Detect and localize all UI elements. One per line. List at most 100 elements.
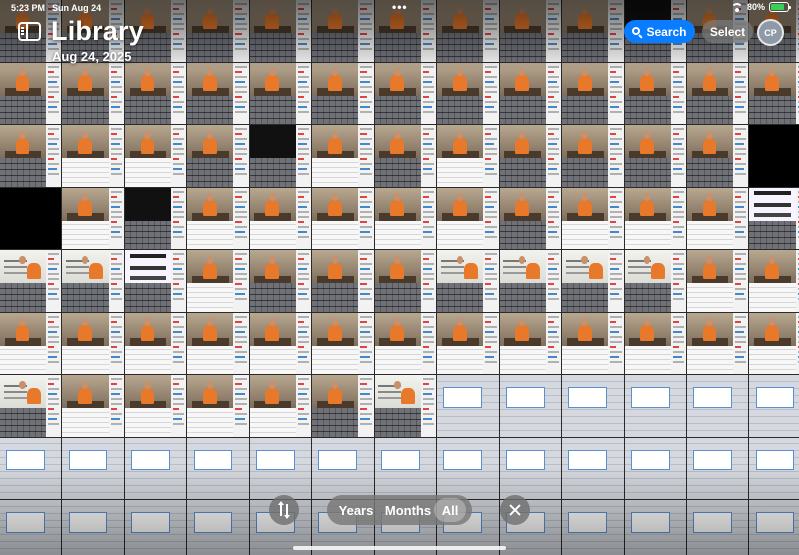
photo-thumbnail[interactable]	[187, 312, 249, 374]
photo-thumbnail[interactable]	[562, 437, 624, 499]
photo-thumbnail[interactable]	[749, 312, 799, 374]
photo-thumbnail[interactable]	[374, 312, 437, 374]
photo-thumbnail[interactable]	[187, 375, 249, 437]
photo-thumbnail[interactable]	[686, 125, 749, 187]
photo-thumbnail[interactable]	[124, 187, 187, 249]
photo-thumbnail[interactable]	[124, 62, 187, 124]
photo-thumbnail[interactable]	[374, 62, 437, 124]
photo-thumbnail[interactable]	[499, 125, 562, 187]
photo-thumbnail[interactable]	[499, 187, 562, 249]
photo-thumbnail[interactable]	[686, 500, 749, 555]
photo-thumbnail[interactable]	[62, 375, 124, 437]
photo-thumbnail[interactable]	[749, 125, 799, 187]
photo-thumbnail[interactable]	[124, 250, 187, 312]
photo-thumbnail[interactable]	[499, 312, 562, 374]
photo-thumbnail[interactable]	[562, 375, 624, 437]
photo-thumbnail[interactable]	[437, 375, 499, 437]
photo-thumbnail[interactable]	[374, 187, 437, 249]
photo-thumbnail[interactable]	[437, 437, 499, 499]
select-button[interactable]: Select	[702, 20, 753, 43]
photo-thumbnail[interactable]	[124, 312, 187, 374]
photo-thumbnail[interactable]	[686, 312, 749, 374]
photo-thumbnail[interactable]	[624, 125, 686, 187]
photo-thumbnail[interactable]	[624, 62, 686, 124]
photo-thumbnail[interactable]	[624, 250, 686, 312]
photo-thumbnail[interactable]	[0, 62, 62, 124]
photo-thumbnail[interactable]	[0, 437, 62, 499]
photo-thumbnail[interactable]	[749, 437, 799, 499]
photo-thumbnail[interactable]	[562, 125, 624, 187]
photo-thumbnail[interactable]	[187, 125, 249, 187]
photo-thumbnail[interactable]	[749, 375, 799, 437]
photo-thumbnail[interactable]	[312, 437, 374, 499]
photo-thumbnail[interactable]	[124, 500, 187, 555]
photo-thumbnail[interactable]	[686, 187, 749, 249]
photo-thumbnail[interactable]	[749, 187, 799, 249]
home-indicator[interactable]	[293, 546, 506, 550]
avatar[interactable]: CP	[757, 19, 784, 46]
photo-thumbnail[interactable]	[312, 62, 374, 124]
photo-thumbnail[interactable]	[187, 500, 249, 555]
photo-thumbnail[interactable]	[187, 437, 249, 499]
photo-thumbnail[interactable]	[187, 187, 249, 249]
photo-thumbnail[interactable]	[312, 125, 374, 187]
photo-thumbnail[interactable]	[62, 187, 124, 249]
photo-thumbnail[interactable]	[249, 375, 312, 437]
photo-thumbnail[interactable]	[312, 375, 374, 437]
photo-thumbnail[interactable]	[437, 312, 499, 374]
photo-thumbnail[interactable]	[124, 375, 187, 437]
photo-thumbnail[interactable]	[124, 125, 187, 187]
close-button[interactable]	[500, 495, 530, 525]
photo-thumbnail[interactable]	[437, 62, 499, 124]
photo-thumbnail[interactable]	[0, 250, 62, 312]
photo-thumbnail[interactable]	[499, 62, 562, 124]
photo-thumbnail[interactable]	[124, 437, 187, 499]
photo-thumbnail[interactable]	[374, 250, 437, 312]
multitasking-dots[interactable]: •••	[392, 0, 408, 14]
photo-thumbnail[interactable]	[0, 312, 62, 374]
photo-thumbnail[interactable]	[312, 312, 374, 374]
photo-thumbnail[interactable]	[0, 125, 62, 187]
photo-thumbnail[interactable]	[249, 125, 312, 187]
photo-thumbnail[interactable]	[686, 62, 749, 124]
photo-thumbnail[interactable]	[749, 62, 799, 124]
sidebar-icon[interactable]	[18, 22, 41, 41]
photo-thumbnail[interactable]	[374, 125, 437, 187]
photo-grid[interactable]	[0, 0, 799, 555]
photo-thumbnail[interactable]	[562, 250, 624, 312]
photo-thumbnail[interactable]	[562, 187, 624, 249]
photo-thumbnail[interactable]	[374, 375, 437, 437]
photo-thumbnail[interactable]	[749, 250, 799, 312]
photo-thumbnail[interactable]	[562, 500, 624, 555]
photo-thumbnail[interactable]	[437, 250, 499, 312]
view-option-years[interactable]: Years	[330, 498, 382, 522]
photo-thumbnail[interactable]	[562, 312, 624, 374]
photo-thumbnail[interactable]	[562, 62, 624, 124]
photo-thumbnail[interactable]	[0, 187, 62, 249]
photo-thumbnail[interactable]	[312, 250, 374, 312]
photo-thumbnail[interactable]	[62, 437, 124, 499]
photo-thumbnail[interactable]	[624, 187, 686, 249]
photo-thumbnail[interactable]	[624, 437, 686, 499]
photo-thumbnail[interactable]	[0, 500, 62, 555]
photo-thumbnail[interactable]	[686, 437, 749, 499]
photo-thumbnail[interactable]	[62, 125, 124, 187]
photo-thumbnail[interactable]	[499, 437, 562, 499]
photo-thumbnail[interactable]	[249, 312, 312, 374]
photo-thumbnail[interactable]	[187, 250, 249, 312]
photo-thumbnail[interactable]	[249, 187, 312, 249]
photo-thumbnail[interactable]	[499, 375, 562, 437]
photo-thumbnail[interactable]	[686, 375, 749, 437]
photo-thumbnail[interactable]	[62, 500, 124, 555]
photo-thumbnail[interactable]	[437, 187, 499, 249]
sort-button[interactable]	[269, 495, 299, 525]
photo-thumbnail[interactable]	[249, 62, 312, 124]
photo-thumbnail[interactable]	[187, 62, 249, 124]
photo-thumbnail[interactable]	[62, 250, 124, 312]
view-option-all[interactable]: All	[434, 498, 466, 522]
photo-thumbnail[interactable]	[624, 312, 686, 374]
photo-thumbnail[interactable]	[624, 375, 686, 437]
photo-thumbnail[interactable]	[0, 375, 62, 437]
photo-thumbnail[interactable]	[624, 500, 686, 555]
photo-thumbnail[interactable]	[499, 250, 562, 312]
